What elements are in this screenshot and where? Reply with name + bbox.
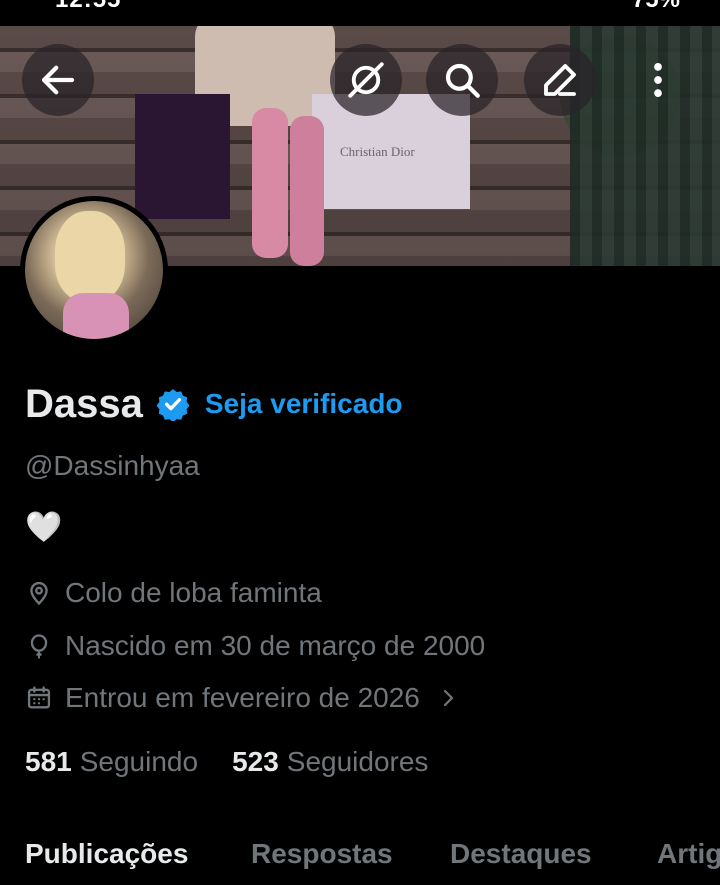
location-pin-icon [30,581,48,606]
joined-row[interactable]: Entrou em fevereiro de 2026 [25,680,472,716]
banner-dark-bag [135,94,230,219]
pencil-icon [544,64,576,96]
edit-button[interactable] [524,44,596,116]
followers-count: 523 [232,746,279,777]
search-button[interactable] [426,44,498,116]
profile-handle: @Dassinhyaa [25,450,200,481]
calendar-icon [27,686,51,709]
location-row: Colo de loba faminta [25,575,322,611]
profile-name: Dassa [25,381,143,426]
profile-tabs: Publicações Respostas Destaques Artigos [0,834,720,885]
banner-boot-right [290,116,324,266]
tab-posts[interactable]: Publicações [25,838,188,870]
following-count: 581 [25,746,72,777]
tab-replies[interactable]: Respostas [251,838,393,870]
status-time: 12:55 [55,0,121,14]
more-button[interactable] [622,44,694,116]
location-text: Colo de loba faminta [65,577,322,608]
profile-bio: 🤍 [25,511,63,544]
followers-label: Seguidores [286,746,429,777]
birthday-text: Nascido em 30 de março de 2000 [65,630,486,661]
grok-icon [348,62,384,98]
grok-button[interactable] [330,44,402,116]
tab-articles[interactable]: Artigos [657,838,720,870]
banner-bag-text: Christian Dior [340,144,415,159]
following-link[interactable]: 581 Seguindo [25,746,198,778]
get-verified-link[interactable]: Seja verificado [205,388,403,420]
status-battery: 75% [632,0,680,14]
arrow-left-icon [41,65,75,95]
profile-avatar[interactable] [20,196,168,344]
avatar-image [25,201,163,339]
avatar-dress [63,293,129,339]
chevron-right-icon [443,689,453,707]
banner-boot-left [252,108,288,258]
avatar-hair [55,211,125,301]
tab-highlights[interactable]: Destaques [450,838,592,870]
followers-link[interactable]: 523 Seguidores [232,746,428,778]
following-label: Seguindo [79,746,199,777]
back-button[interactable] [22,44,94,116]
status-bar: 12:55 75% [0,0,720,26]
joined-text: Entrou em fevereiro de 2026 [65,682,420,713]
verified-badge-icon[interactable] [155,386,191,422]
follow-stats: 581 Seguindo 523 Seguidores [25,744,428,780]
balloon-icon [30,634,48,659]
more-vertical-icon [654,63,662,97]
name-row: Dassa Seja verificado [25,380,403,428]
search-icon [445,63,480,98]
birthday-row: Nascido em 30 de março de 2000 [25,628,485,664]
